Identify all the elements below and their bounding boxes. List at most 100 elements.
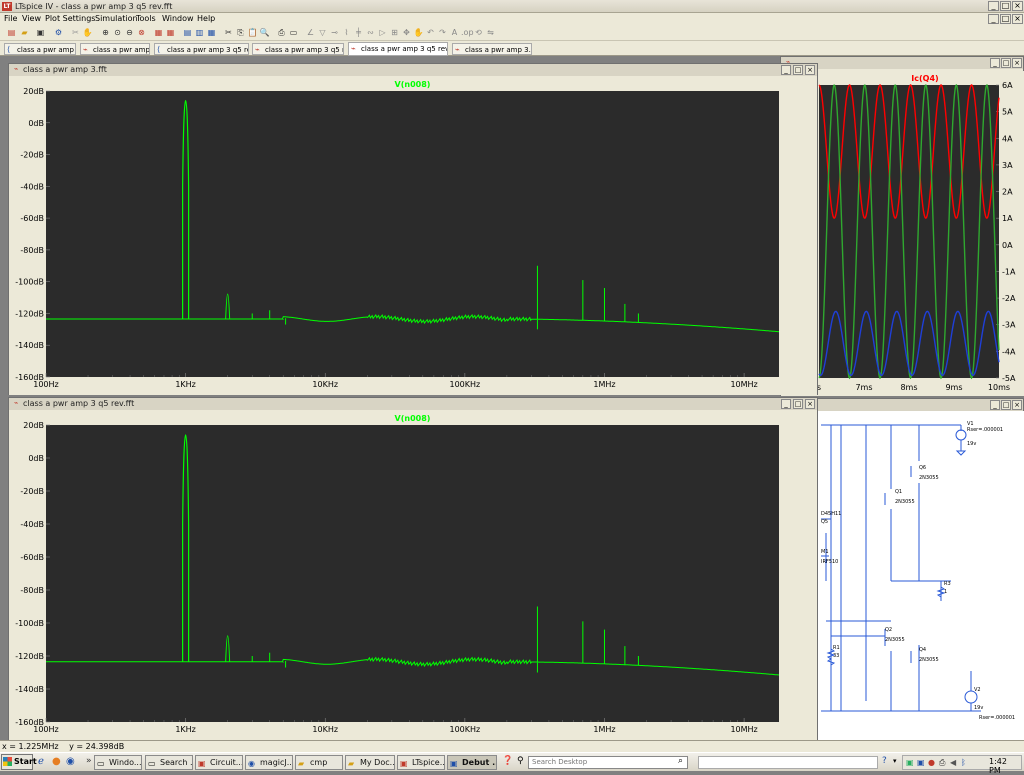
printer-icon[interactable]: ⎙ (939, 758, 945, 768)
open-icon[interactable]: ▰ (19, 27, 30, 38)
fft-plot-bottom[interactable]: V(n008) 20dB 0dB -20dB -40dB -60dB -80dB -100dB… (9, 411, 817, 740)
task-circuit[interactable]: ▣ Circuit... (195, 755, 243, 770)
chevron-double-right-icon[interactable]: » (86, 756, 92, 766)
close-icon[interactable]: × (805, 399, 815, 409)
print-icon[interactable]: ⎙ (276, 27, 287, 38)
start-button[interactable]: Start (1, 754, 37, 770)
fft-trace-label[interactable]: V(n008) (395, 414, 431, 423)
redo-icon[interactable]: ↷ (437, 27, 448, 38)
tab-class-a-pwr-amp-3-fft[interactable]: ⌁ class a pwr amp 3.fft (452, 43, 532, 55)
pan-icon[interactable]: ⊙ (112, 27, 123, 38)
google-desktop-icon[interactable]: ⚲ (517, 756, 524, 766)
control-panel-icon[interactable]: ⚙ (53, 27, 64, 38)
tab-class-a-pwr-amp-3-schematic[interactable]: ⟨ class a pwr amp 3 (4, 43, 76, 55)
menu-simulation[interactable]: Simulation (95, 13, 138, 25)
close-window-icon[interactable]: ▥ (194, 27, 205, 38)
close-icon[interactable]: × (1012, 400, 1022, 410)
rotate-icon[interactable]: ⟲ (473, 27, 484, 38)
minimize-icon[interactable]: _ (781, 65, 791, 75)
paste-icon[interactable]: 📋 (247, 27, 258, 38)
mdi-minimize-icon[interactable]: _ (988, 14, 999, 24)
monitor-icon[interactable]: ▣ (917, 758, 925, 767)
transient-trace-label[interactable]: Ic(Q4) (911, 74, 938, 83)
run-icon[interactable]: ✂ (70, 27, 81, 38)
cut-icon[interactable]: ✂ (223, 27, 234, 38)
help-icon[interactable]: ❓ (502, 756, 513, 766)
maximize-icon[interactable]: □ (1001, 400, 1011, 410)
cascade-icon[interactable]: ▤ (182, 27, 193, 38)
volume-icon[interactable]: ◀ (950, 758, 956, 767)
capacitor-icon[interactable]: ╪ (353, 27, 364, 38)
task-windows[interactable]: ▭ Windo... (94, 755, 142, 770)
print-preview-icon[interactable]: ▭ (288, 27, 299, 38)
copy-icon[interactable]: ⎘ (235, 27, 246, 38)
menu-help[interactable]: Help (197, 13, 215, 25)
minimize-icon[interactable]: _ (988, 1, 999, 11)
fft-plot-top[interactable]: V(n008) 20dB 0dB -20dB -40dB -60dB -80dB -100dB… (9, 77, 817, 395)
drag-icon[interactable]: ✋ (413, 27, 424, 38)
resistor-icon[interactable]: ⌇ (341, 27, 352, 38)
save-icon[interactable]: ▣ (35, 27, 46, 38)
move-icon[interactable]: ✥ (401, 27, 412, 38)
mdi-restore-icon[interactable]: □ (1000, 14, 1011, 24)
tile-icon[interactable]: ▦ (206, 27, 217, 38)
halt-icon[interactable]: ✋ (82, 27, 93, 38)
component-icon[interactable]: ⊞ (389, 27, 400, 38)
find-icon[interactable]: 🔍 (259, 27, 270, 38)
tab-q5-rev-waveform[interactable]: ⌁class a pwr amp 3 q5 rev (252, 43, 344, 55)
spice-directive-icon[interactable]: .op (461, 27, 474, 38)
task-ltspice[interactable]: ▣ LTspice... (397, 755, 445, 770)
new-schematic-icon[interactable]: ▤ (6, 27, 17, 38)
menu-plot-settings[interactable]: Plot Settings (45, 13, 95, 25)
task-search[interactable]: ▭Search ... (145, 755, 193, 770)
search-icon[interactable]: ⌕ (678, 756, 683, 766)
bluetooth-icon[interactable]: ᛒ (961, 758, 966, 767)
zoom-out-icon[interactable]: ⊖ (124, 27, 135, 38)
inductor-icon[interactable]: ∾ (365, 27, 376, 38)
menu-view[interactable]: View (22, 13, 41, 25)
mirror-icon[interactable]: ⇋ (485, 27, 496, 38)
task-cmp[interactable]: ▰ cmp (295, 755, 343, 770)
firefox-quicklaunch-icon[interactable]: ● (52, 756, 61, 767)
document-tab-bar: ⟨class a pwr amp 3 ⌁class a pwr amp 3 ⟨c… (0, 41, 1024, 56)
maximize-icon[interactable]: □ (793, 65, 803, 75)
media-deskbar[interactable] (698, 756, 878, 769)
text-icon[interactable]: A (449, 27, 460, 38)
ground-icon[interactable]: ▽ (317, 27, 328, 38)
close-icon[interactable]: × (1012, 1, 1023, 11)
task-debut[interactable]: ▣Debut ... (447, 755, 497, 770)
tile-horizontal-icon[interactable]: ▦ (153, 27, 164, 38)
task-my-documents[interactable]: ▰ My Doc... (345, 755, 395, 770)
minimize-icon[interactable]: _ (781, 399, 791, 409)
messenger-quicklaunch-icon[interactable]: ◉ (66, 756, 75, 767)
menu-file[interactable]: File (4, 13, 17, 25)
tile-vertical-icon[interactable]: ▦ (165, 27, 176, 38)
tab-q5-rev-fft[interactable]: ⌁class a pwr amp 3 q5 rev.fft (348, 42, 448, 56)
wire-icon[interactable]: ∠ (305, 27, 316, 38)
fft-trace-label[interactable]: V(n008) (395, 80, 431, 89)
menu-window[interactable]: Window (162, 13, 194, 25)
maximize-icon[interactable]: □ (1000, 1, 1011, 11)
minimize-icon[interactable]: _ (990, 400, 1000, 410)
close-icon[interactable]: × (1012, 58, 1022, 68)
mdi-close-icon[interactable]: × (1012, 14, 1023, 24)
task-magicjack[interactable]: ◉ magicJ... (245, 755, 293, 770)
maximize-icon[interactable]: □ (793, 399, 803, 409)
menu-tools[interactable]: Tools (136, 13, 156, 25)
maximize-icon[interactable]: □ (1001, 58, 1011, 68)
ie-quicklaunch-icon[interactable]: ℯ (38, 756, 44, 767)
tab-class-a-pwr-amp-3-waveform[interactable]: ⌁class a pwr amp 3 (80, 43, 150, 55)
close-icon[interactable]: × (805, 65, 815, 75)
minimize-icon[interactable]: _ (990, 58, 1000, 68)
network-icon[interactable]: ▣ (906, 758, 914, 767)
undo-icon[interactable]: ↶ (425, 27, 436, 38)
label-icon[interactable]: ⊸ (329, 27, 340, 38)
antivirus-icon[interactable]: ● (928, 758, 935, 767)
zoom-in-icon[interactable]: ⊕ (100, 27, 111, 38)
search-desktop-input[interactable]: Search Desktop (528, 756, 688, 769)
help-tray-icon[interactable]: ? (882, 756, 887, 766)
chevron-down-icon[interactable]: ▾ (893, 757, 897, 765)
tab-q5-rev-schematic[interactable]: ⟨ class a pwr amp 3 q5 rev (154, 43, 249, 55)
diode-icon[interactable]: ▷ (377, 27, 388, 38)
zoom-fit-icon[interactable]: ⊗ (136, 27, 147, 38)
